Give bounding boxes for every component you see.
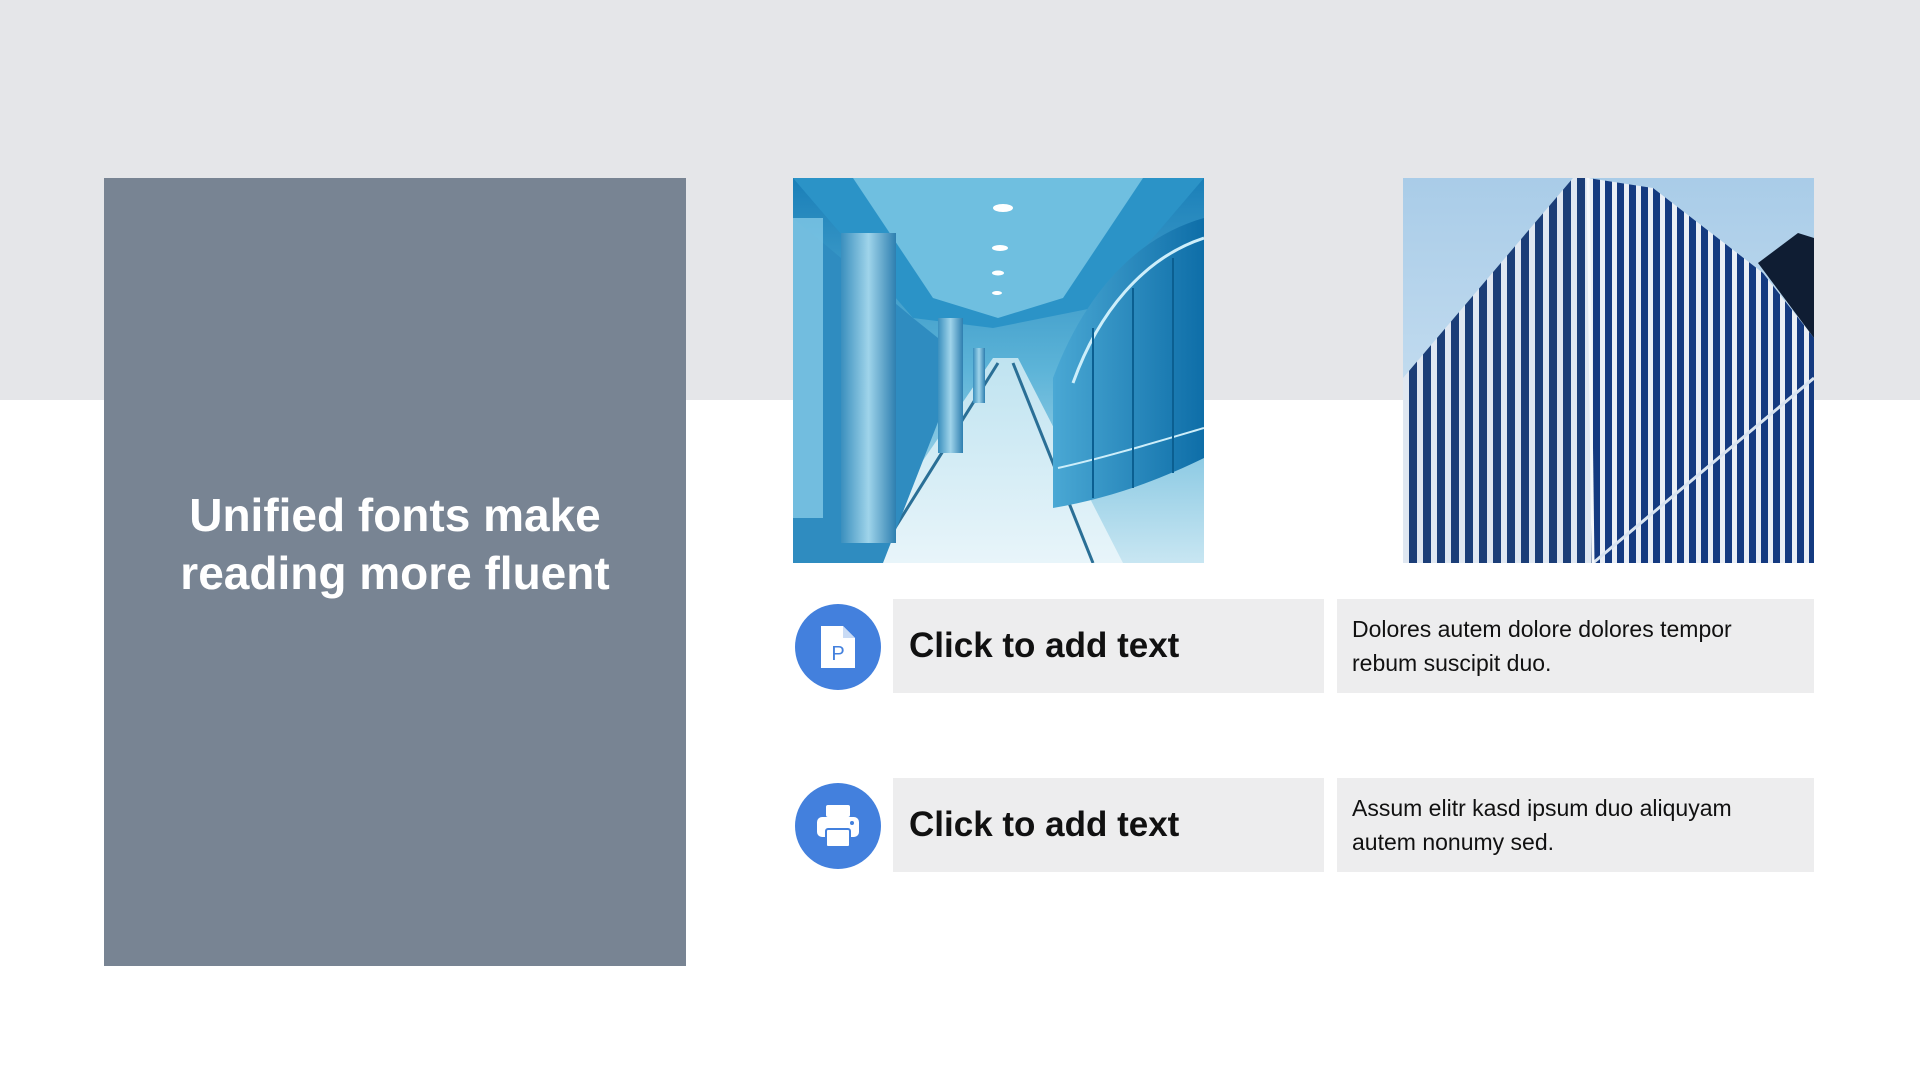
slide-title: Unified fonts make reading more fluent [180,489,610,599]
feature-title[interactable]: Click to add text [909,626,1179,666]
feature-description: Dolores autem dolore dolores tempor rebu… [1352,616,1732,676]
feature-description-box: Assum elitr kasd ipsum duo aliquyam aute… [1337,778,1814,872]
feature-title-box[interactable]: Click to add text [893,778,1324,872]
feature-description-box: Dolores autem dolore dolores tempor rebu… [1337,599,1814,693]
feature-description: Assum elitr kasd ipsum duo aliquyam aute… [1352,795,1732,855]
feature-title-box[interactable]: Click to add text [893,599,1324,693]
corridor-photo [793,178,1204,563]
title-panel: Unified fonts make reading more fluent [104,178,686,966]
building-photo [1403,178,1814,563]
printer-icon[interactable] [795,783,881,869]
feature-title[interactable]: Click to add text [909,805,1179,845]
svg-text:P: P [831,643,844,665]
document-p-icon[interactable]: P [795,604,881,690]
